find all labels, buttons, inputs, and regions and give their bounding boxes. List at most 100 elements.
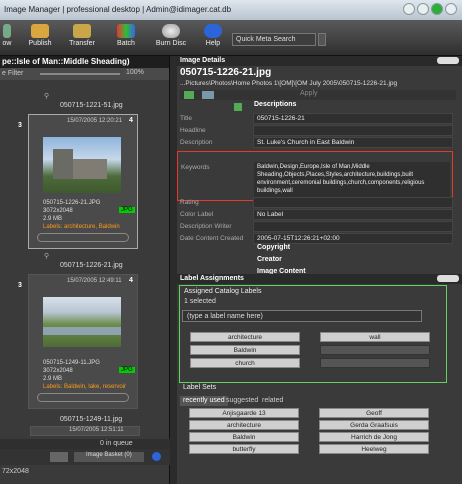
batch-button[interactable]: Batch xyxy=(114,20,138,56)
empty-label-slot xyxy=(320,358,430,368)
quick-meta-search-input[interactable]: Quick Meta Search xyxy=(232,33,316,46)
date-created-field[interactable]: 2005-07-15T12:26:21+02:00 xyxy=(253,233,453,244)
color-label-row: Color Label No Label xyxy=(177,209,453,220)
main-toolbar: ow Publish Transfer Batch Burn Disc Help xyxy=(0,20,462,56)
image-path: ...Pictures\Photos\Home Photos 1\[OM]\[O… xyxy=(180,80,398,87)
date-created-row: Date Content Created 2005-07-15T12:26:21+… xyxy=(177,233,453,244)
keywords-field[interactable]: Baldwin,Design,Europe,Isle of Man,Middle… xyxy=(254,162,450,198)
rating-bar[interactable] xyxy=(37,393,129,402)
back-icon[interactable] xyxy=(184,91,194,99)
app-title: Image Manager | professional desktop | A… xyxy=(4,5,232,14)
headline-field[interactable] xyxy=(253,125,453,136)
filter-bar: e Filter 100% xyxy=(0,68,169,80)
thumbnail-filename: 050715-1221-51.jpg xyxy=(60,102,123,109)
zoom-icon[interactable]: ⚲ xyxy=(44,92,49,100)
description-writer-row: Description Writer xyxy=(177,221,453,232)
label-set-item[interactable]: Harrich de Jong xyxy=(319,432,429,442)
help-icon xyxy=(204,24,222,38)
title-row: Title 050715-1226-21 xyxy=(177,113,453,124)
label-set-item[interactable]: architecture xyxy=(189,420,299,430)
label-set-item[interactable]: Baldwin xyxy=(189,432,299,442)
green-status-icon[interactable] xyxy=(431,3,443,15)
headline-row: Headline xyxy=(177,125,453,136)
creator-header: Creator xyxy=(257,256,282,263)
maximize-button[interactable] xyxy=(417,3,429,15)
publish-icon xyxy=(31,24,49,38)
jpg-format-badge: JPG xyxy=(119,367,135,373)
label-set-item[interactable]: Anjisgaarde 13 xyxy=(189,408,299,418)
assigned-label-chip[interactable]: wall xyxy=(320,332,430,342)
minimize-button[interactable] xyxy=(403,3,415,15)
details-toolbar: Apply xyxy=(180,90,456,100)
image-filename: 050715-1226-21.jpg xyxy=(180,67,272,78)
keywords-label: Keywords xyxy=(181,164,210,171)
descriptions-icon xyxy=(234,103,242,111)
zoom-slider[interactable] xyxy=(40,73,120,75)
progress-bar: 0 in queue xyxy=(0,439,170,449)
description-writer-field[interactable] xyxy=(253,221,453,232)
rating-field[interactable] xyxy=(253,197,453,208)
tab-suggested[interactable]: suggested xyxy=(223,396,261,405)
search-dropdown-icon[interactable] xyxy=(318,33,326,46)
labels-line: Labels: Baldwin, lake, reservoir xyxy=(43,384,127,390)
rating-bar[interactable] xyxy=(37,233,129,242)
thumbnail-filename: 050715-1226-21.jpg xyxy=(60,262,123,269)
panel-controls-icon[interactable] xyxy=(437,275,459,282)
assigned-label-chip[interactable]: architecture xyxy=(190,332,300,342)
grid-view-icon[interactable] xyxy=(50,452,68,462)
labels-line: Labels: architecture, Baldwin xyxy=(43,224,120,230)
close-button[interactable] xyxy=(445,3,457,15)
burn-disc-button[interactable]: Burn Disc xyxy=(155,20,187,56)
transfer-icon xyxy=(73,24,91,38)
assigned-labels-title: Assigned Catalog Labels xyxy=(184,288,262,295)
catalog-path-header: pe::Isle of Man::Middle Sheading) xyxy=(0,56,169,68)
assigned-labels-box: Assigned Catalog Labels 1 selected (type… xyxy=(179,285,447,383)
label-name-input[interactable]: (type a label name here) xyxy=(182,310,422,322)
tab-related[interactable]: related xyxy=(259,396,286,405)
panel-controls-icon[interactable] xyxy=(437,57,459,64)
label-set-item[interactable]: Geoff xyxy=(319,408,429,418)
thumbnail-panel: pe::Isle of Man::Middle Sheading) e Filt… xyxy=(0,56,170,484)
descriptions-header: Descriptions xyxy=(254,101,297,108)
thumbnail-card[interactable]: 15/07/2005 12:49:11 050715-1249-11.JPG 3… xyxy=(28,274,138,409)
zoom-value: 100% xyxy=(126,69,144,76)
help-button[interactable]: Help xyxy=(203,20,223,56)
selected-count: 1 selected xyxy=(184,298,216,305)
tab-recently-used[interactable]: recently used xyxy=(180,396,228,406)
assigned-label-chip[interactable]: church xyxy=(190,358,300,368)
transfer-button[interactable]: Transfer xyxy=(66,20,98,56)
zoom-icon[interactable]: ⚲ xyxy=(44,252,49,260)
bottom-toolbar: Image Basket (0) xyxy=(0,449,170,465)
label-set-item[interactable]: Heelweg xyxy=(319,444,429,454)
color-label-field[interactable]: No Label xyxy=(253,209,453,220)
image-details-header: Image Details xyxy=(177,56,462,66)
status-text: 72x2048 xyxy=(2,468,29,475)
apply-button[interactable]: Apply xyxy=(300,90,318,97)
keywords-highlight: Keywords Baldwin,Design,Europe,Isle of M… xyxy=(177,151,453,201)
description-row: Description St. Luke's Church in East Bal… xyxy=(177,137,453,148)
empty-label-slot xyxy=(320,345,430,355)
church-thumbnail-image[interactable] xyxy=(43,137,121,193)
label-assignments-header: Label Assignments xyxy=(177,274,462,284)
label-set-item[interactable]: Gerda Graafsuis xyxy=(319,420,429,430)
assigned-label-chip[interactable]: Baldwin xyxy=(190,345,300,355)
show-button[interactable]: ow xyxy=(0,20,14,56)
filter-label[interactable]: e Filter xyxy=(2,70,23,77)
view-icon[interactable] xyxy=(202,91,214,99)
thumbnail-card[interactable]: 15/07/2005 12:20:21 050715-1226-21.JPG 3… xyxy=(28,114,138,249)
image-basket-button[interactable]: Image Basket (0) xyxy=(74,452,144,462)
description-field[interactable]: St. Luke's Church in East Baldwin xyxy=(253,137,453,148)
info-icon[interactable] xyxy=(152,452,161,461)
title-field[interactable]: 050715-1226-21 xyxy=(253,113,453,124)
thumbnail-card[interactable]: 15/07/2005 12:51:11 xyxy=(30,426,140,436)
batch-icon xyxy=(117,24,135,38)
label-sets-title: Label Sets xyxy=(183,384,217,391)
lake-thumbnail-image[interactable] xyxy=(43,297,121,347)
label-set-item[interactable]: butterfly xyxy=(189,444,299,454)
jpg-format-badge: JPG xyxy=(119,207,135,213)
rating-row: Rating xyxy=(177,197,453,208)
disc-icon xyxy=(162,24,180,38)
thumbnail-filename: 050715-1249-11.jpg xyxy=(60,416,123,423)
publish-button[interactable]: Publish xyxy=(26,20,54,56)
image-details-panel: Image Details 050715-1226-21.jpg ...Pict… xyxy=(177,56,462,484)
